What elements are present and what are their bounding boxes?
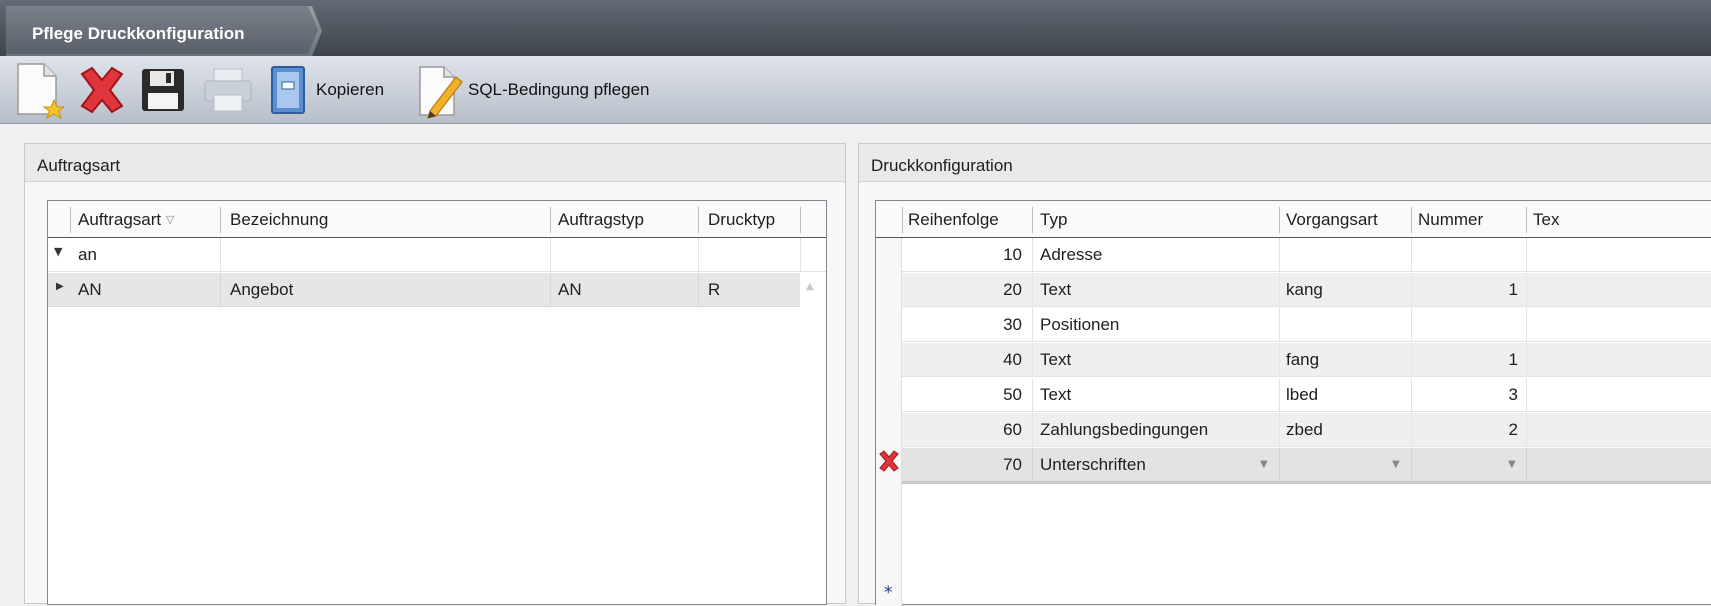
grid-header: Auftragsart ▽ Bezeichnung Auftragstyp Dr…	[48, 201, 826, 238]
cell-vorgangsart[interactable]	[1286, 308, 1406, 342]
cell-vorgangsart[interactable]	[1286, 238, 1406, 272]
cell-reihenfolge[interactable]: 60	[902, 413, 1026, 447]
column-header-auftragsart[interactable]: Auftragsart ▽	[78, 203, 218, 237]
filter-row-funnel-icon: ▼	[54, 245, 63, 258]
filter-funnel-icon[interactable]: ▽	[166, 214, 174, 226]
column-header-text[interactable]: Tex	[1533, 203, 1573, 237]
cell-reihenfolge[interactable]: 20	[902, 273, 1026, 307]
cell-nummer[interactable]: 1	[1418, 343, 1518, 377]
cell-auftragsart[interactable]: AN	[78, 273, 218, 307]
cell-vorgangsart[interactable]: fang	[1286, 343, 1406, 377]
cell-drucktyp[interactable]: R	[708, 273, 798, 307]
cell-typ[interactable]: Text	[1040, 378, 1270, 412]
column-header-nummer[interactable]: Nummer	[1418, 203, 1518, 237]
scroll-up-arrow-icon[interactable]: ▲	[806, 281, 814, 292]
chevron-down-icon[interactable]: ▼	[1260, 459, 1268, 470]
cell-reihenfolge[interactable]: 70	[902, 448, 1026, 482]
row-indicator-icon: ▶	[56, 281, 64, 292]
sql-condition-button[interactable]: SQL-Bedingung pflegen	[416, 56, 692, 124]
delete-button[interactable]	[76, 56, 130, 124]
new-row-marker[interactable]: *	[884, 583, 893, 603]
auftragsart-panel-title: Auftragsart	[25, 144, 845, 182]
copy-icon	[271, 66, 305, 114]
auftragsart-panel: Auftragsart Auftragsart ▽ Bezeichnung Au…	[24, 143, 846, 605]
toolbar: Kopieren SQL-Bedingung pflegen	[0, 56, 1711, 124]
cell-vorgangsart[interactable]: kang	[1286, 273, 1406, 307]
sql-label: SQL-Bedingung pflegen	[468, 80, 650, 99]
column-header-bezeichnung[interactable]: Bezeichnung	[230, 203, 530, 237]
auftragsart-grid: Auftragsart ▽ Bezeichnung Auftragstyp Dr…	[47, 200, 827, 605]
cell-bezeichnung[interactable]: Angebot	[230, 273, 530, 307]
print-button[interactable]	[202, 56, 256, 124]
column-header-vorgangsart[interactable]: Vorgangsart	[1286, 203, 1410, 237]
cell-nummer[interactable]: 1	[1418, 273, 1518, 307]
delete-row-icon[interactable]	[878, 450, 900, 477]
column-header-auftragstyp[interactable]: Auftragstyp	[558, 203, 688, 237]
chevron-down-icon[interactable]: ▼	[1392, 459, 1400, 470]
table-row[interactable]: 20 Text kang 1	[902, 273, 1711, 307]
cell-reihenfolge[interactable]: 30	[902, 308, 1026, 342]
chevron-down-icon[interactable]: ▼	[1508, 459, 1516, 470]
cell-auftragstyp[interactable]: AN	[558, 273, 688, 307]
grid-header: Reihenfolge Typ Vorgangsart Nummer Tex	[876, 201, 1711, 238]
table-row[interactable]: 50 Text lbed 3	[902, 378, 1711, 412]
table-row[interactable]: 40 Text fang 1	[902, 343, 1711, 377]
new-button[interactable]	[14, 56, 64, 124]
cell-typ[interactable]: Text	[1040, 273, 1270, 307]
druckkonfiguration-grid: Reihenfolge Typ Vorgangsart Nummer Tex 1…	[875, 200, 1711, 606]
delete-x-icon	[80, 66, 124, 114]
cell-vorgangsart[interactable]: lbed	[1286, 378, 1406, 412]
cell-typ[interactable]: Positionen	[1040, 308, 1270, 342]
druckkonfiguration-panel: Druckkonfiguration Reihenfolge Typ Vorga…	[858, 143, 1711, 606]
copy-button[interactable]: Kopieren	[268, 56, 410, 124]
row-header-column	[876, 238, 902, 606]
copy-label: Kopieren	[316, 80, 385, 99]
cell-typ[interactable]: Adresse	[1040, 238, 1270, 272]
cell-vorgangsart-dropdown[interactable]	[1286, 448, 1386, 482]
cell-nummer[interactable]: 2	[1418, 413, 1518, 447]
column-header-drucktyp[interactable]: Drucktyp	[708, 203, 800, 237]
title-tab[interactable]: Pflege Druckkonfiguration	[6, 6, 322, 56]
druckkonfiguration-panel-title: Druckkonfiguration	[859, 144, 1711, 182]
title-bar: Pflege Druckkonfiguration	[0, 0, 1711, 56]
table-row[interactable]: 60 Zahlungsbedingungen zbed 2	[902, 413, 1711, 447]
new-document-icon	[17, 63, 64, 120]
save-disk-icon	[142, 69, 184, 111]
table-row[interactable]: 30 Positionen	[902, 308, 1711, 342]
cell-typ[interactable]: Zahlungsbedingungen	[1040, 413, 1270, 447]
cell-reihenfolge[interactable]: 10	[902, 238, 1026, 272]
window-title: Pflege Druckkonfiguration	[32, 24, 245, 43]
cell-typ-dropdown[interactable]: Unterschriften	[1040, 448, 1240, 482]
save-button[interactable]	[140, 56, 192, 124]
column-header-typ[interactable]: Typ	[1040, 203, 1270, 237]
filter-input-auftragsart[interactable]: an	[78, 238, 218, 272]
cell-reihenfolge[interactable]: 50	[902, 378, 1026, 412]
cell-nummer[interactable]: 3	[1418, 378, 1518, 412]
printer-icon	[204, 68, 252, 112]
filter-row: ▼ an	[48, 238, 826, 272]
cell-reihenfolge[interactable]: 40	[902, 343, 1026, 377]
cell-nummer[interactable]	[1418, 308, 1518, 342]
column-header-reihenfolge[interactable]: Reihenfolge	[908, 203, 1032, 237]
table-row[interactable]: ▶ AN Angebot AN R	[48, 273, 800, 307]
edit-document-icon	[419, 66, 463, 119]
table-row[interactable]: 10 Adresse	[902, 238, 1711, 272]
cell-vorgangsart[interactable]: zbed	[1286, 413, 1406, 447]
cell-nummer-dropdown[interactable]	[1418, 448, 1498, 482]
cell-typ[interactable]: Text	[1040, 343, 1270, 377]
cell-nummer[interactable]	[1418, 238, 1518, 272]
table-row-editing[interactable]: 70 Unterschriften ▼ ▼ ▼	[902, 448, 1711, 484]
